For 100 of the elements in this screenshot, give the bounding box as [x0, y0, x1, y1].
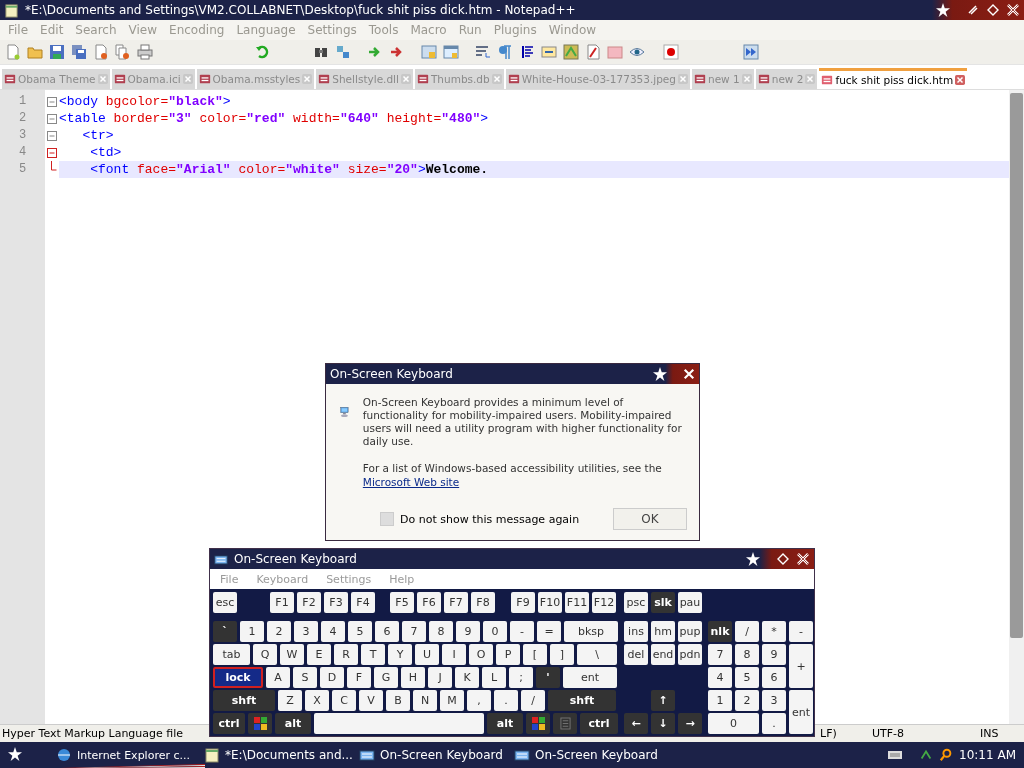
key[interactable]: 6	[375, 621, 399, 642]
key[interactable]: /	[521, 690, 545, 711]
fold-marker[interactable]	[47, 147, 57, 158]
key[interactable]: 5	[735, 667, 759, 688]
key[interactable]: O	[469, 644, 493, 665]
key[interactable]: ,	[467, 690, 491, 711]
key[interactable]: 2	[735, 690, 759, 711]
key[interactable]: ctrl	[213, 713, 245, 734]
key[interactable]: 3	[294, 621, 318, 642]
key[interactable]: 9	[762, 644, 786, 665]
keyboard-icon[interactable]	[887, 750, 904, 760]
key[interactable]: psc	[624, 592, 648, 613]
key[interactable]: W	[280, 644, 304, 665]
key[interactable]: -	[789, 621, 813, 642]
key[interactable]: .	[762, 713, 786, 734]
fold-marker[interactable]	[47, 113, 57, 124]
key[interactable]: 4	[321, 621, 345, 642]
key[interactable]: =	[537, 621, 561, 642]
key[interactable]: G	[374, 667, 398, 688]
fast-forward-icon[interactable]	[743, 44, 759, 60]
maximize-button[interactable]	[776, 552, 790, 566]
window-icon[interactable]	[421, 44, 437, 60]
key[interactable]: 4	[708, 667, 732, 688]
key[interactable]: F8	[471, 592, 495, 613]
key[interactable]: ↑	[651, 690, 675, 711]
checkbox[interactable]	[380, 512, 394, 526]
windows-key[interactable]	[526, 713, 550, 734]
key[interactable]: `	[213, 621, 237, 642]
key[interactable]: pdn	[678, 644, 702, 665]
key[interactable]: F5	[390, 592, 414, 613]
checkbox-label[interactable]: Do not show this message again	[400, 512, 580, 526]
taskbar-button[interactable]: *E:\Documents and...	[200, 747, 355, 763]
key[interactable]: X	[305, 690, 329, 711]
key[interactable]: Q	[253, 644, 277, 665]
taskbar-button[interactable]: On-Screen Keyboard	[355, 748, 510, 762]
fold-marker[interactable]	[47, 130, 57, 141]
key[interactable]: 7	[402, 621, 426, 642]
key[interactable]: del	[624, 644, 648, 665]
key[interactable]: P	[496, 644, 520, 665]
ok-button[interactable]: OK	[613, 508, 687, 530]
undo-icon[interactable]	[255, 44, 271, 60]
key[interactable]: 1	[708, 690, 732, 711]
key[interactable]: /	[735, 621, 759, 642]
key[interactable]: F7	[444, 592, 468, 613]
microsoft-link[interactable]: Microsoft Web site	[362, 476, 460, 488]
key[interactable]: D	[320, 667, 344, 688]
network-icon[interactable]	[919, 748, 934, 762]
key[interactable]: M	[440, 690, 464, 711]
minimize-button[interactable]	[966, 3, 980, 17]
key[interactable]: Y	[388, 644, 412, 665]
pen-document-icon[interactable]	[585, 44, 601, 60]
windows-key[interactable]	[248, 713, 272, 734]
key[interactable]: tab	[213, 644, 250, 665]
key[interactable]: .	[494, 690, 518, 711]
key[interactable]: shft	[213, 690, 275, 711]
key[interactable]: pup	[678, 621, 702, 642]
new-file-icon[interactable]	[5, 44, 21, 60]
key[interactable]: shft	[548, 690, 616, 711]
key[interactable]: 0	[708, 713, 759, 734]
wrap-icon[interactable]	[475, 44, 491, 60]
close-all-icon[interactable]	[115, 44, 131, 60]
key[interactable]: esc	[213, 592, 237, 613]
key[interactable]: ↓	[651, 713, 675, 734]
key[interactable]: pau	[678, 592, 702, 613]
print-icon[interactable]	[137, 44, 153, 60]
save-all-icon[interactable]	[71, 44, 87, 60]
scrollbar[interactable]	[1009, 90, 1024, 724]
key[interactable]: 9	[456, 621, 480, 642]
key[interactable]: L	[482, 667, 506, 688]
key[interactable]: ent	[789, 690, 813, 734]
key[interactable]: alt	[275, 713, 311, 734]
key[interactable]: end	[651, 644, 675, 665]
key[interactable]: 7	[708, 644, 732, 665]
key[interactable]: F9	[511, 592, 535, 613]
key[interactable]: V	[359, 690, 383, 711]
maximize-button[interactable]	[986, 3, 1000, 17]
record-icon[interactable]	[663, 44, 679, 60]
key[interactable]: \	[577, 644, 617, 665]
key[interactable]: F2	[297, 592, 321, 613]
key[interactable]: F11	[565, 592, 589, 613]
key[interactable]: 1	[240, 621, 264, 642]
key[interactable]: +	[789, 644, 813, 688]
key[interactable]: '	[536, 667, 560, 688]
key[interactable]: 8	[735, 644, 759, 665]
close-button[interactable]	[796, 552, 810, 566]
key[interactable]: I	[442, 644, 466, 665]
key[interactable]: slk	[651, 592, 675, 613]
key[interactable]: hm	[651, 621, 675, 642]
key[interactable]: B	[386, 690, 410, 711]
key[interactable]: ctrl	[580, 713, 618, 734]
key[interactable]: bksp	[564, 621, 618, 642]
key[interactable]: -	[510, 621, 534, 642]
search-icon[interactable]	[939, 748, 954, 762]
key[interactable]: S	[293, 667, 317, 688]
key[interactable]: ;	[509, 667, 533, 688]
key[interactable]: E	[307, 644, 331, 665]
key[interactable]: [	[523, 644, 547, 665]
key[interactable]: R	[334, 644, 358, 665]
close-file-icon[interactable]	[93, 44, 109, 60]
key[interactable]: F3	[324, 592, 348, 613]
